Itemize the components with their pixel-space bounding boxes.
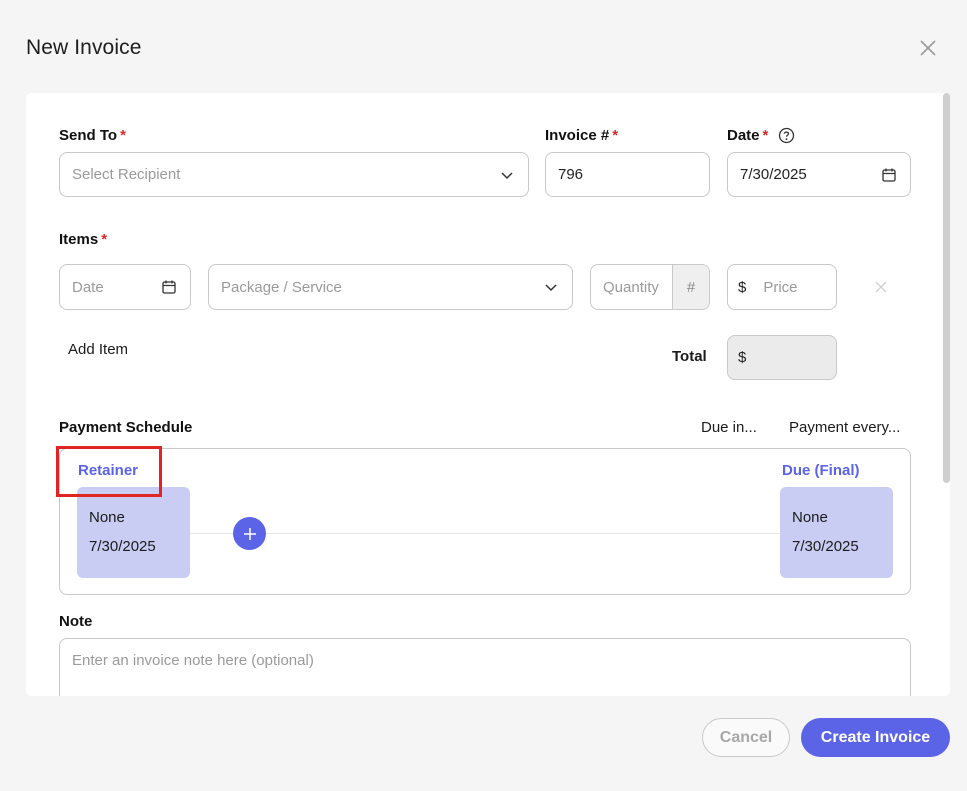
final-tile[interactable]: None 7/30/2025 [780,487,893,578]
close-icon[interactable] [918,38,938,58]
item-date-input[interactable]: Date [59,264,191,310]
items-label: Items * [59,231,108,248]
recipient-placeholder: Select Recipient [72,166,181,183]
final-amount: None [792,509,828,526]
retainer-tile[interactable]: None 7/30/2025 [77,487,190,578]
total-label: Total [672,348,707,365]
create-invoice-button[interactable]: Create Invoice [801,718,950,757]
final-label[interactable]: Due (Final) [782,462,860,479]
payment-every-label: Payment every... [789,419,901,436]
service-select[interactable]: Package / Service [208,264,573,310]
payment-schedule-timeline: Retainer None 7/30/2025 Due (Final) None… [59,448,911,595]
chevron-down-icon [501,171,513,179]
payment-schedule-label: Payment Schedule [59,419,193,436]
remove-item-icon[interactable] [875,280,887,293]
plus-icon [243,527,256,540]
calendar-icon [162,280,176,294]
quantity-input[interactable]: Quantity # [590,264,710,310]
final-date: 7/30/2025 [792,538,859,555]
calendar-icon [882,168,896,182]
date-input[interactable]: 7/30/2025 [727,152,911,197]
send-to-label: Send To * [59,127,126,144]
invoice-number-label: Invoice # * [545,127,619,144]
due-in-label: Due in... [701,419,757,436]
retainer-date: 7/30/2025 [89,538,156,555]
retainer-label[interactable]: Retainer [78,462,138,479]
scrollbar[interactable] [943,93,950,483]
note-label: Note [59,613,93,630]
total-field: $ [727,335,837,380]
add-payment-button[interactable] [233,517,266,550]
add-item-button[interactable]: Add Item [68,341,128,358]
note-textarea[interactable]: Enter an invoice note here (optional) [59,638,911,696]
chevron-down-icon [545,284,557,292]
price-input[interactable]: $ Price [727,264,837,310]
quantity-suffix: # [672,265,709,309]
help-icon[interactable] [778,127,795,144]
timeline-line [190,533,785,534]
modal-title: New Invoice [26,36,142,59]
recipient-select[interactable]: Select Recipient [59,152,529,197]
date-label: Date * [727,127,795,144]
invoice-form: Send To * Select Recipient Invoice # * 796… [26,93,950,696]
invoice-number-input[interactable]: 796 [545,152,710,197]
price-prefix: $ [738,278,747,296]
retainer-amount: None [89,509,125,526]
cancel-button[interactable]: Cancel [702,718,790,757]
